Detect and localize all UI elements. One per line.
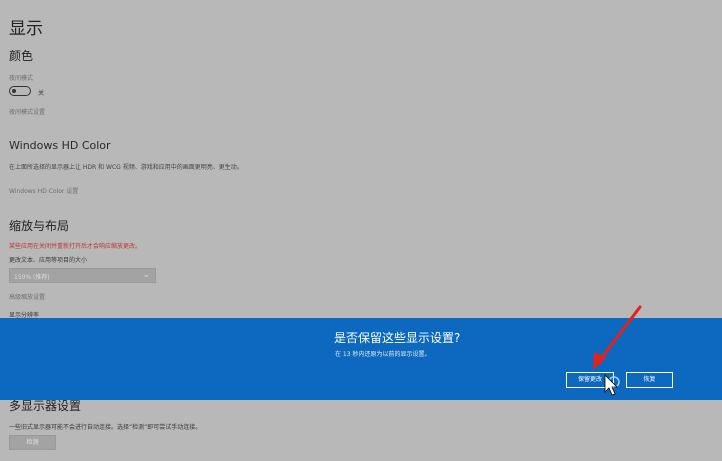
annotation-overlay: [593, 305, 642, 396]
red-arrow-annotation: [593, 305, 642, 370]
